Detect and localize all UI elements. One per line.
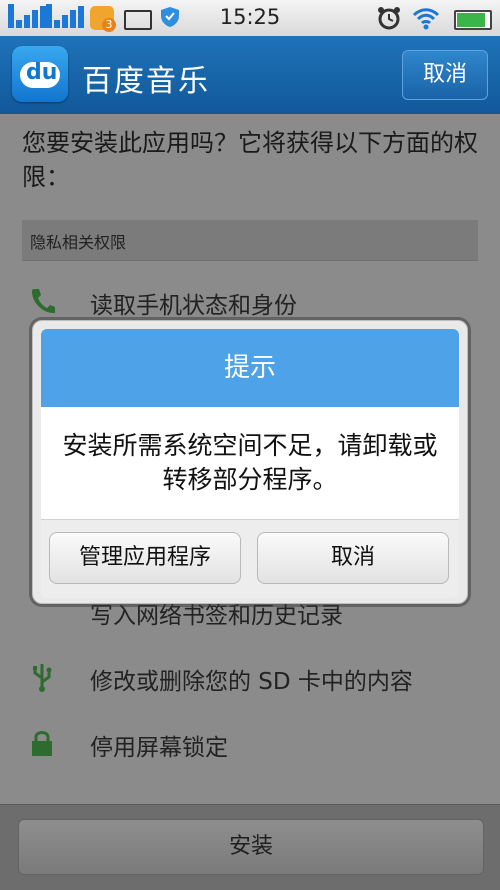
- permission-label: 停用屏幕锁定: [90, 735, 228, 761]
- phone-icon: [28, 286, 56, 316]
- shield-icon: [160, 6, 180, 28]
- alarm-clock-icon: [376, 5, 402, 31]
- usb-icon: [28, 662, 56, 692]
- sim-card-icon: [124, 10, 152, 30]
- dialog-body: 安装所需系统空间不足，请卸载或转移部分程序。: [41, 407, 459, 519]
- baidu-music-logo: du: [12, 46, 68, 102]
- bottom-bar: 安装: [0, 804, 500, 890]
- lock-icon: [28, 728, 56, 758]
- app-title: 百度音乐: [82, 64, 210, 99]
- battery-icon: [454, 10, 492, 30]
- alert-dialog: 提示 安装所需系统空间不足，请卸载或转移部分程序。 管理应用程序 取消: [32, 320, 468, 604]
- notification-app-icon: 3: [90, 6, 116, 32]
- dialog-header: 提示: [41, 329, 459, 407]
- permission-item: 读取手机状态和身份: [22, 276, 478, 326]
- notification-count-badge: 3: [102, 18, 116, 32]
- install-button[interactable]: 安装: [18, 819, 484, 875]
- permission-item: 修改或删除您的 SD 卡中的内容: [22, 652, 478, 702]
- status-bar: 1 2 3 15:25: [0, 0, 500, 36]
- clock-time: 15:25: [219, 5, 281, 29]
- dialog-title: 提示: [223, 353, 276, 383]
- install-prompt: 您要安装此应用吗？它将获得以下方面的权限：: [22, 129, 478, 191]
- permission-item: 停用屏幕锁定: [22, 718, 478, 768]
- privacy-section-header: 隐私相关权限: [22, 220, 478, 261]
- header-cancel-button[interactable]: 取消: [402, 50, 488, 100]
- permission-label: 修改或删除您的 SD 卡中的内容: [90, 669, 413, 695]
- section-title: 隐私相关权限: [30, 233, 127, 252]
- wifi-icon: [412, 6, 440, 30]
- permission-label: 读取手机状态和身份: [90, 293, 297, 319]
- app-header: du 百度音乐 取消: [0, 36, 500, 114]
- dialog-cancel-button[interactable]: 取消: [257, 532, 449, 584]
- signal-strength-icon: 2: [46, 4, 84, 28]
- logo-text: du: [26, 60, 58, 85]
- dialog-button-bar: 管理应用程序 取消: [41, 519, 459, 598]
- manage-apps-button[interactable]: 管理应用程序: [49, 532, 241, 584]
- signal-strength-icon: 1: [8, 4, 46, 28]
- dialog-message: 安装所需系统空间不足，请卸载或转移部分程序。: [62, 431, 438, 494]
